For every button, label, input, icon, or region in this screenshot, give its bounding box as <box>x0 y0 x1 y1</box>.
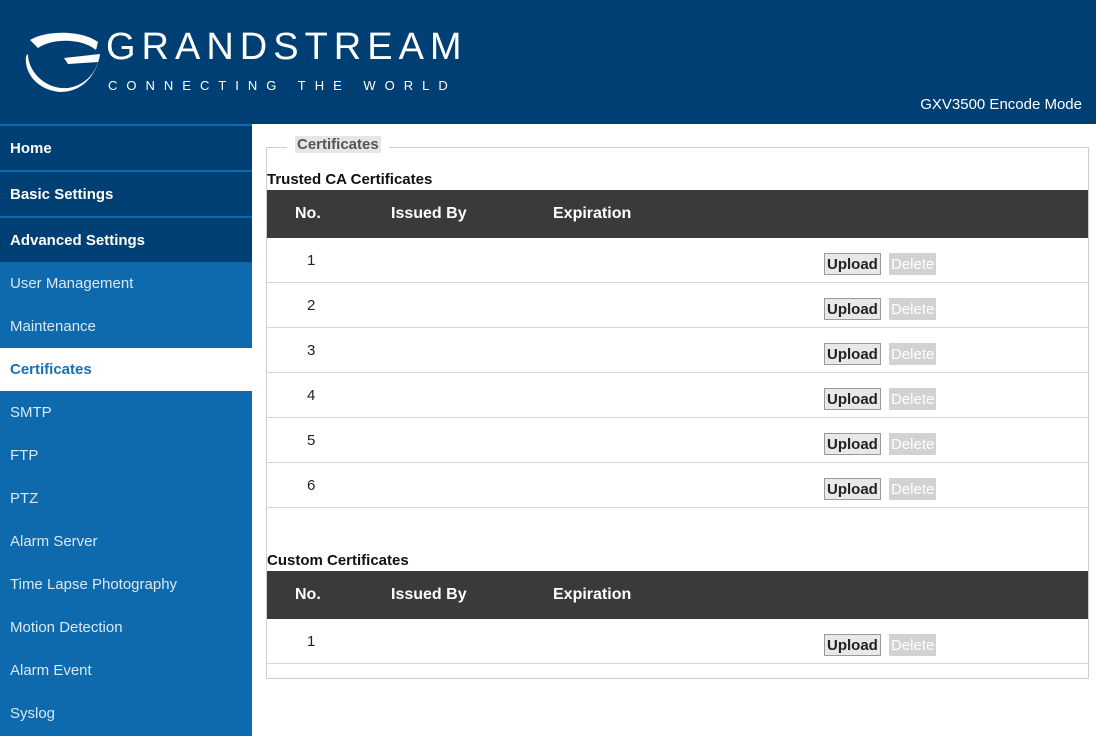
delete-button: Delete <box>889 343 937 365</box>
col-header-expiration: Expiration <box>553 205 632 222</box>
sidebar-item-user-management[interactable]: User Management <box>0 262 252 305</box>
row-number: 3 <box>307 342 316 359</box>
sidebar-item-maintenance[interactable]: Maintenance <box>0 305 252 348</box>
col-header-issued-by: Issued By <box>391 586 467 603</box>
table-row: 6 Upload Delete <box>267 463 1088 508</box>
sidebar-item-certificates[interactable]: Certificates <box>0 348 252 391</box>
row-number: 2 <box>307 297 316 314</box>
upload-button[interactable]: Upload <box>824 298 881 320</box>
header-bar: GRANDSTREAM CONNECTING THE WORLD GXV3500… <box>0 0 1096 124</box>
col-header-expiration: Expiration <box>553 586 632 603</box>
col-header-no: No. <box>295 586 321 603</box>
device-mode-label: GXV3500 Encode Mode <box>920 96 1082 113</box>
row-number: 1 <box>307 633 316 650</box>
sidebar-item-motion-detection[interactable]: Motion Detection <box>0 606 252 649</box>
sidebar-item-time-lapse-photography[interactable]: Time Lapse Photography <box>0 563 252 606</box>
sidebar-item-ftp[interactable]: FTP <box>0 434 252 477</box>
row-number: 1 <box>307 252 316 269</box>
table-row: 5 Upload Delete <box>267 418 1088 463</box>
sidebar-item-basic-settings[interactable]: Basic Settings <box>0 170 252 216</box>
upload-button[interactable]: Upload <box>824 433 881 455</box>
sidebar-item-home[interactable]: Home <box>0 124 252 170</box>
table-row: 4 Upload Delete <box>267 373 1088 418</box>
custom-certificates-title: Custom Certificates <box>267 552 409 569</box>
brand-tagline: CONNECTING THE WORLD <box>108 78 457 93</box>
table-row: 2 Upload Delete <box>267 283 1088 328</box>
sidebar-item-smtp[interactable]: SMTP <box>0 391 252 434</box>
certificates-fieldset: Certificates Trusted CA Certificates No.… <box>266 136 1089 679</box>
sidebar-item-alarm-server[interactable]: Alarm Server <box>0 520 252 563</box>
row-number: 6 <box>307 477 316 494</box>
trusted-ca-title: Trusted CA Certificates <box>267 171 433 188</box>
table-row: 3 Upload Delete <box>267 328 1088 373</box>
logo-mark-icon <box>25 32 100 92</box>
sidebar-item-ptz[interactable]: PTZ <box>0 477 252 520</box>
row-number: 4 <box>307 387 316 404</box>
delete-button: Delete <box>889 388 937 410</box>
col-header-issued-by: Issued By <box>391 205 467 222</box>
upload-button[interactable]: Upload <box>824 634 881 656</box>
table-header: No. Issued By Expiration <box>267 571 1088 619</box>
delete-button: Delete <box>889 433 937 455</box>
upload-button[interactable]: Upload <box>824 343 881 365</box>
row-number: 5 <box>307 432 316 449</box>
upload-button[interactable]: Upload <box>824 388 881 410</box>
table-row: 1 Upload Delete <box>267 619 1088 664</box>
table-header: No. Issued By Expiration <box>267 190 1088 238</box>
sidebar-item-alarm-event[interactable]: Alarm Event <box>0 649 252 692</box>
delete-button: Delete <box>889 634 937 656</box>
trusted-ca-table: No. Issued By Expiration 1 Upload Delete… <box>267 190 1088 508</box>
legend-label: Certificates <box>295 136 381 153</box>
delete-button: Delete <box>889 298 937 320</box>
delete-button: Delete <box>889 478 937 500</box>
sidebar-item-syslog[interactable]: Syslog <box>0 692 252 735</box>
upload-button[interactable]: Upload <box>824 478 881 500</box>
grandstream-logo: GRANDSTREAM CONNECTING THE WORLD <box>24 20 524 100</box>
col-header-no: No. <box>295 205 321 222</box>
main-content: Certificates Trusted CA Certificates No.… <box>266 136 1089 679</box>
table-row: 1 Upload Delete <box>267 238 1088 283</box>
fieldset-legend: Certificates <box>287 136 389 153</box>
delete-button: Delete <box>889 253 937 275</box>
custom-certificates-table: No. Issued By Expiration 1 Upload Delete <box>267 571 1088 664</box>
sidebar-item-advanced-settings[interactable]: Advanced Settings <box>0 216 252 262</box>
brand-name: GRANDSTREAM <box>106 26 468 68</box>
upload-button[interactable]: Upload <box>824 253 881 275</box>
sidebar-nav: Home Basic Settings Advanced Settings Us… <box>0 124 252 736</box>
